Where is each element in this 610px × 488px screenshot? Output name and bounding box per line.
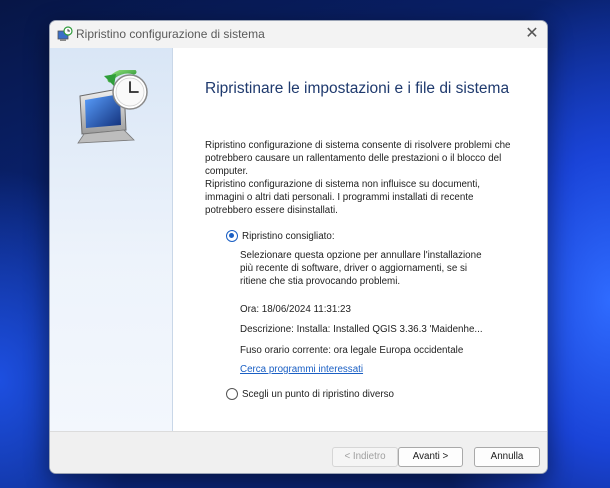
intro-line: Ripristino configurazione di sistema con… [205,140,511,151]
choose-other-point-radio[interactable] [226,388,238,400]
system-restore-monitor-clock-icon [77,70,148,144]
choose-other-point-label: Scegli un punto di ripristino diverso [242,388,394,400]
dialog-footer: < Indietro Avanti > Annulla [50,431,547,473]
restore-point-time: Ora: 18/06/2024 11:31:23 [240,304,351,315]
intro-line: computer. [205,166,249,177]
restore-point-description: Descrizione: Installa: Installed QGIS 3.… [240,324,483,335]
scan-affected-programs-link[interactable]: Cerca programmi interessati [240,364,363,375]
close-icon: ✕ [525,25,539,42]
description-line: Selezionare questa opzione per annullare… [240,250,482,261]
description-line: più recente di software, driver o aggior… [240,263,468,274]
choose-other-point-option[interactable]: Scegli un punto di ripristino diverso [226,388,394,400]
window-title: Ripristino configurazione di sistema [76,27,265,41]
system-restore-icon [57,26,73,41]
next-button[interactable]: Avanti > [398,447,463,467]
intro-line: potrebbero causare un rallentamento dell… [205,153,502,164]
notice-line: potrebbero essere disinstallati. [205,205,338,216]
sidebar-panel [50,48,173,431]
description-line: ritiene che stia provocando problemi. [240,276,401,287]
page-heading: Ripristinare le impostazioni e i file di… [205,80,510,97]
recommended-restore-option[interactable]: Ripristino consigliato: [226,230,335,242]
notice-line: immagini o altri dati personali. I progr… [205,192,474,203]
notice-paragraph: Ripristino configurazione di sistema non… [205,178,525,217]
recommended-restore-radio[interactable] [226,230,238,242]
restore-point-timezone: Fuso orario corrente: ora legale Europa … [240,345,464,356]
cancel-button[interactable]: Annulla [474,447,540,467]
recommended-description: Selezionare questa opzione per annullare… [240,249,482,288]
back-button[interactable]: < Indietro [332,447,398,467]
close-button[interactable]: ✕ [517,21,547,48]
intro-paragraph: Ripristino configurazione di sistema con… [205,139,525,178]
recommended-restore-label: Ripristino consigliato: [242,230,335,242]
title-bar[interactable]: Ripristino configurazione di sistema ✕ [50,21,547,48]
system-restore-dialog: Ripristino configurazione di sistema ✕ R… [49,20,548,474]
notice-line: Ripristino configurazione di sistema non… [205,179,480,190]
main-content: Ripristinare le impostazioni e i file di… [174,48,547,431]
